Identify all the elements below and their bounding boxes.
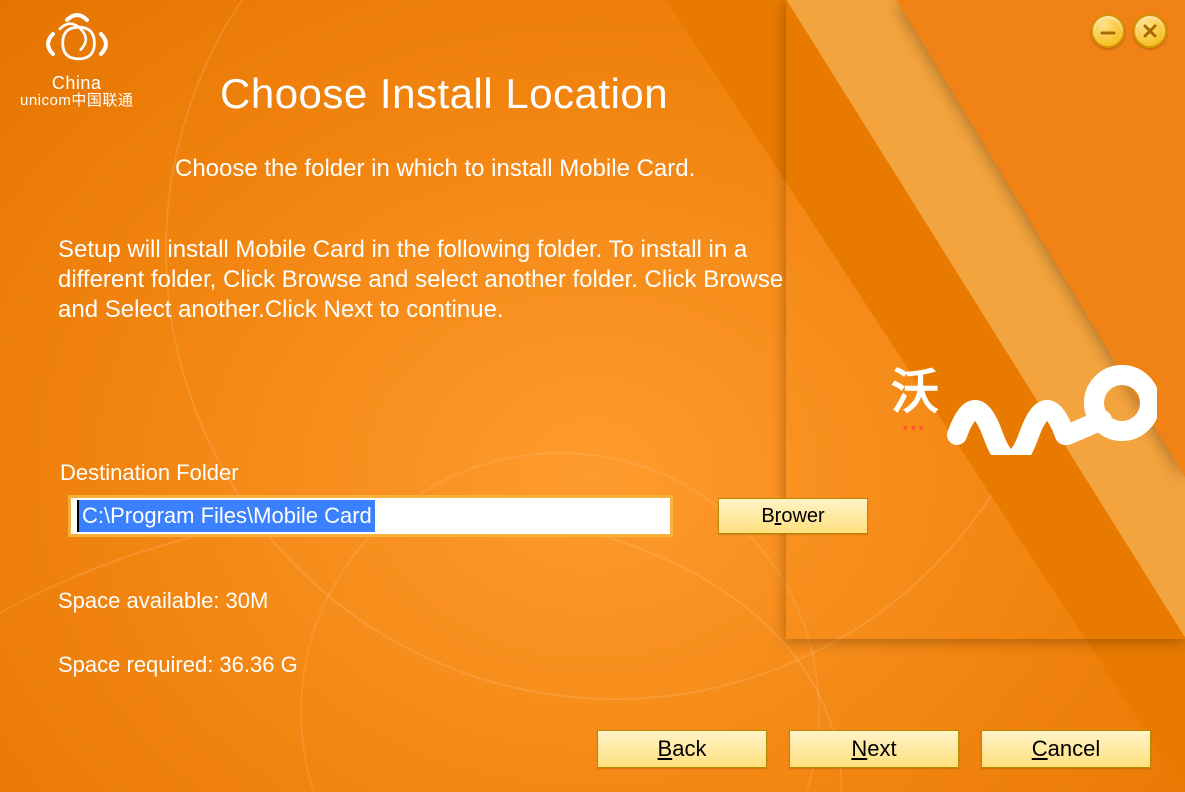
window-background: China unicom中国联通 Choose Install Location… xyxy=(0,0,1185,792)
destination-folder-label: Destination Folder xyxy=(60,460,239,486)
window-controls xyxy=(1091,14,1167,48)
logo-text-line1: China xyxy=(20,74,133,92)
wo-dots: ▪▪▪ xyxy=(903,407,927,447)
wo-icon xyxy=(947,365,1157,455)
instructions-text: Setup will install Mobile Card in the fo… xyxy=(58,235,818,325)
page-subtitle: Choose the folder in which to install Mo… xyxy=(175,155,695,183)
minimize-icon xyxy=(1099,22,1117,40)
minimize-button[interactable] xyxy=(1091,14,1125,48)
wo-brand-logo: 沃 ▪▪▪ xyxy=(891,365,1157,455)
wo-cn-char: 沃 ▪▪▪ xyxy=(891,373,939,447)
wizard-nav-buttons: Back Next Cancel xyxy=(597,730,1151,768)
space-required-text: Space required: 36.36 G xyxy=(58,652,298,678)
destination-folder-row: C:\Program Files\Mobile Card Brower xyxy=(68,495,868,537)
space-available-text: Space available: 30M xyxy=(58,588,268,614)
logo-text-line2: unicom中国联通 xyxy=(20,92,133,110)
install-path-value: C:\Program Files\Mobile Card xyxy=(77,500,375,532)
cancel-button[interactable]: Cancel xyxy=(981,730,1151,768)
install-path-input[interactable]: C:\Program Files\Mobile Card xyxy=(68,495,673,537)
next-button[interactable]: Next xyxy=(789,730,959,768)
back-button[interactable]: Back xyxy=(597,730,767,768)
next-button-label: Next xyxy=(851,736,896,761)
chinese-knot-icon xyxy=(41,12,113,72)
browse-button-label: Brower xyxy=(761,505,824,527)
close-icon xyxy=(1141,22,1159,40)
browse-button[interactable]: Brower xyxy=(718,498,868,534)
close-button[interactable] xyxy=(1133,14,1167,48)
cancel-button-label: Cancel xyxy=(1032,736,1100,761)
back-button-label: Back xyxy=(658,736,707,761)
brand-logo: China unicom中国联通 xyxy=(20,12,133,110)
page-title: Choose Install Location xyxy=(220,70,668,118)
